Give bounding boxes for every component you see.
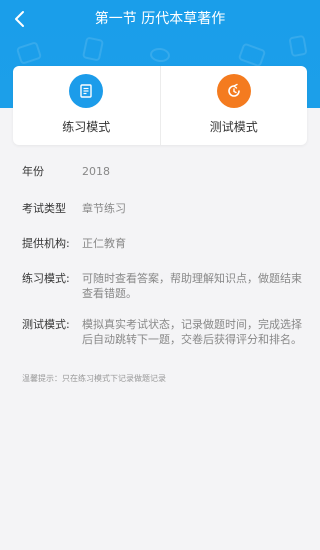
decor-shape [288, 34, 308, 58]
decor-shape [15, 41, 43, 65]
info-row-provider: 提供机构: 正仁教育 [22, 236, 126, 251]
provider-value: 正仁教育 [82, 237, 126, 250]
exam-type-value: 章节练习 [82, 202, 126, 215]
decor-shape [81, 36, 105, 62]
year-label: 年份 [22, 165, 44, 178]
info-row-practice: 练习模式: 可随时查看答案，帮助理解知识点，做题结束查看错题。 [22, 271, 302, 301]
tip-text: 温馨提示：只在练习模式下记录做题记录 [22, 374, 166, 383]
timer-icon [216, 74, 251, 108]
practice-desc-value: 可随时查看答案，帮助理解知识点，做题结束查看错题。 [82, 272, 302, 300]
decor-shape [237, 42, 267, 68]
practice-mode-label: 练习模式 [62, 120, 111, 134]
test-mode-label: 测试模式 [209, 120, 258, 134]
mode-selector: 练习模式 测试模式 [13, 66, 307, 145]
test-desc-label: 测试模式: [22, 318, 70, 331]
info-row-test: 测试模式: 模拟真实考试状态，记录做题时间，完成选择后自动跳转下一题，交卷后获得… [22, 317, 302, 347]
practice-mode-button[interactable]: 练习模式 [13, 66, 160, 145]
exam-type-label: 考试类型 [22, 202, 66, 215]
test-mode-button[interactable]: 测试模式 [159, 66, 308, 145]
info-row-year: 年份 2018 [22, 164, 110, 179]
test-desc-value: 模拟真实考试状态，记录做题时间，完成选择后自动跳转下一题，交卷后获得评分和排名。 [82, 318, 302, 346]
notebook-icon [69, 74, 104, 108]
decor-shape [149, 46, 171, 64]
year-value: 2018 [82, 165, 110, 178]
page-title: 第一节 历代本草著作 [94, 11, 226, 27]
practice-desc-label: 练习模式: [22, 272, 70, 285]
info-row-exam-type: 考试类型 章节练习 [22, 201, 126, 216]
provider-label: 提供机构: [22, 237, 70, 250]
